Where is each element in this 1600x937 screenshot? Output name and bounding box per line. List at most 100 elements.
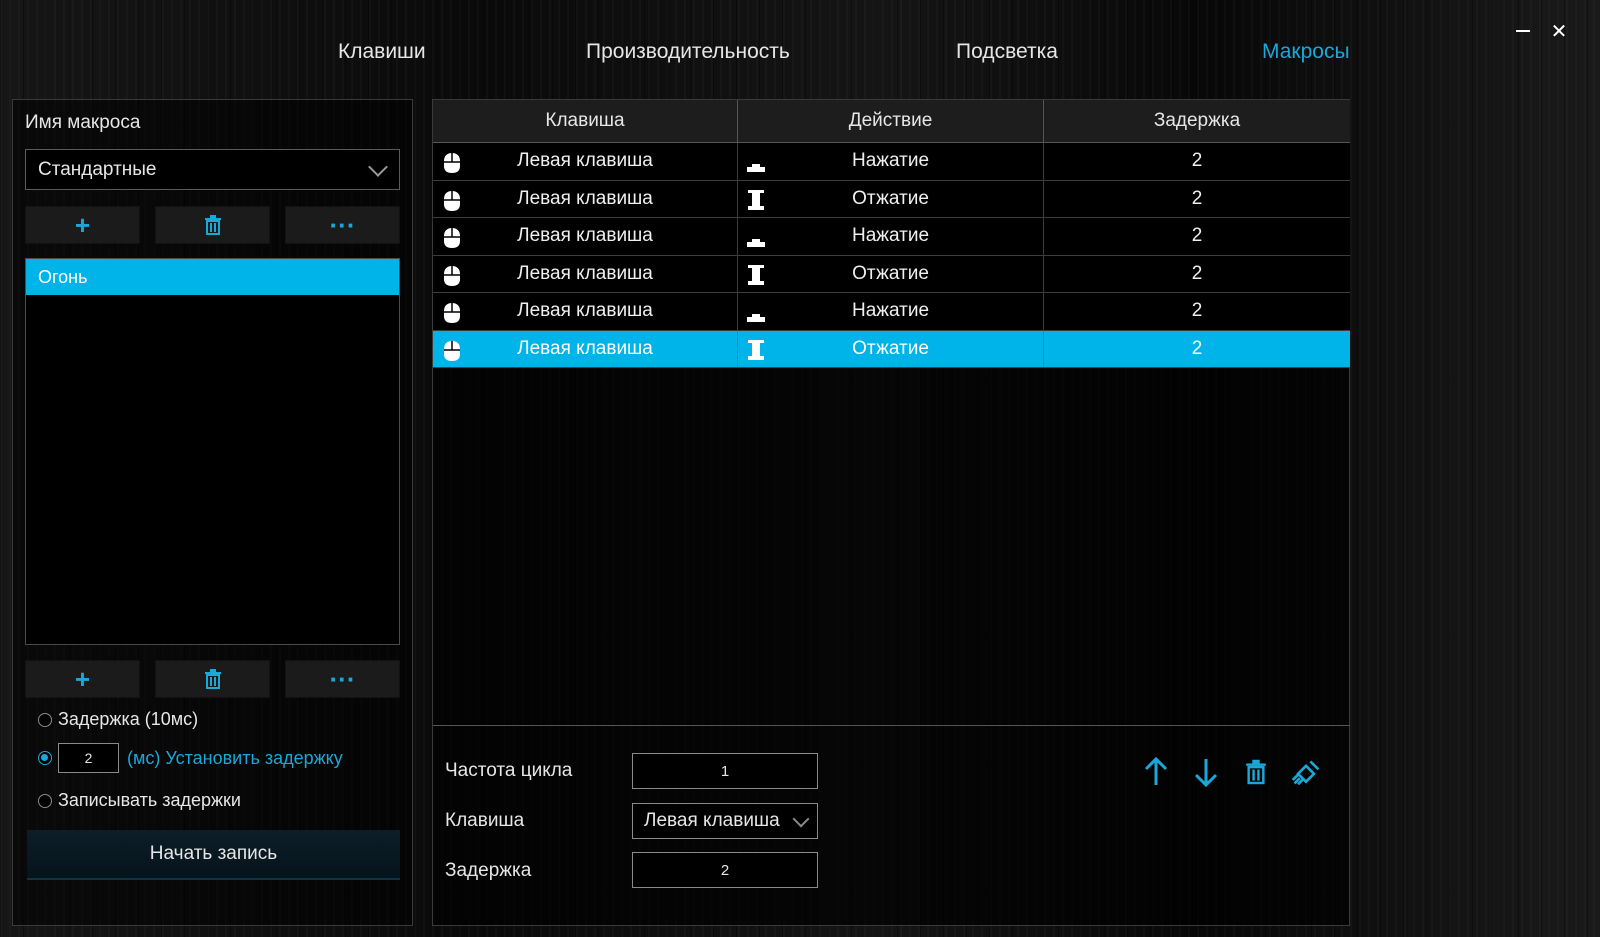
column-header-action: Действие bbox=[738, 100, 1044, 142]
list-item[interactable]: Огонь bbox=[26, 259, 399, 295]
table-header: Клавиша Действие Задержка bbox=[433, 100, 1350, 143]
trash-icon bbox=[204, 669, 221, 689]
cell-action-label: Нажатие bbox=[851, 150, 930, 172]
minimize-button[interactable] bbox=[1514, 22, 1532, 40]
cell-action: Нажатие bbox=[738, 293, 1044, 330]
column-header-delay: Задержка bbox=[1153, 110, 1241, 131]
cell-action-label: Отжатие bbox=[852, 262, 929, 284]
delete-step-button[interactable] bbox=[1241, 756, 1271, 788]
delay-fixed-radio[interactable] bbox=[38, 712, 52, 727]
more-icon: ··· bbox=[329, 663, 356, 694]
delay-fixed-label: Задержка (10мс) bbox=[58, 709, 199, 729]
tab-performance[interactable]: Производительность bbox=[586, 40, 790, 64]
macro-name-heading: Имя макроса bbox=[25, 112, 141, 133]
cell-delay: 2 bbox=[1191, 150, 1203, 172]
arrow-down-icon bbox=[1194, 759, 1218, 787]
cell-action-label: Нажатие bbox=[851, 300, 930, 322]
key-press-icon bbox=[747, 239, 765, 247]
key-select-value: Левая клавиша bbox=[644, 810, 780, 831]
add-macro-button[interactable]: + bbox=[25, 660, 140, 698]
table-row[interactable]: Левая клавиша Отжатие 2 bbox=[433, 330, 1350, 368]
arrow-up-icon bbox=[1144, 757, 1168, 785]
move-down-button[interactable] bbox=[1191, 756, 1221, 788]
window-controls: ✕ bbox=[1514, 21, 1568, 43]
cell-delay: 2 bbox=[1191, 187, 1203, 209]
move-up-button[interactable] bbox=[1141, 756, 1171, 788]
macro-editor: Клавиша Действие Задержка Левая клавиша Н… bbox=[432, 99, 1350, 926]
column-header-key: Клавиша bbox=[433, 100, 738, 142]
add-group-button[interactable]: + bbox=[25, 206, 140, 244]
cell-key: Левая клавиша bbox=[433, 218, 738, 255]
delay-custom-label: (мс) Установить задержку bbox=[127, 747, 343, 768]
table-body: Левая клавиша Нажатие 2 Левая клавиша Отжати… bbox=[433, 143, 1350, 368]
cell-key-label: Левая клавиша bbox=[517, 225, 653, 247]
delay-custom-radio[interactable] bbox=[38, 751, 52, 765]
key-select[interactable]: Левая клавиша bbox=[632, 803, 818, 839]
table-row[interactable]: Левая клавиша Отжатие 2 bbox=[433, 255, 1350, 293]
step-actions bbox=[1141, 756, 1321, 788]
cell-key-label: Левая клавиша bbox=[517, 150, 653, 172]
cycle-label: Частота цикла bbox=[445, 760, 573, 781]
cycle-input[interactable]: 1 bbox=[632, 753, 818, 789]
macro-more-button[interactable]: ··· bbox=[285, 660, 400, 698]
cell-action: Нажатие bbox=[738, 218, 1044, 255]
chevron-down-icon bbox=[792, 810, 810, 828]
trash-icon bbox=[204, 215, 221, 235]
delay-record-radio[interactable] bbox=[38, 793, 52, 808]
cell-key: Левая клавиша bbox=[433, 255, 738, 292]
cell-key: Левая клавиша bbox=[433, 180, 738, 217]
chevron-down-icon bbox=[368, 157, 388, 177]
delay-label: Задержка bbox=[445, 860, 532, 881]
macro-steps-table: Клавиша Действие Задержка Левая клавиша Н… bbox=[433, 100, 1350, 368]
mouse-icon bbox=[444, 153, 460, 173]
table-row[interactable]: Левая клавиша Нажатие 2 bbox=[433, 143, 1350, 181]
top-tabs: Клавиши Производительность Подсветка Мак… bbox=[0, 40, 1600, 74]
cell-key-label: Левая клавиша bbox=[517, 262, 653, 284]
key-release-icon bbox=[748, 264, 764, 285]
minimize-icon bbox=[1516, 30, 1530, 32]
macro-list: Огонь bbox=[25, 258, 400, 645]
mouse-icon bbox=[444, 228, 460, 248]
cell-key-label: Левая клавиша bbox=[517, 300, 653, 322]
group-toolbar: + ··· bbox=[25, 206, 400, 244]
custom-delay-input[interactable] bbox=[58, 743, 119, 773]
cell-key: Левая клавиша bbox=[433, 143, 738, 180]
macro-group-dropdown[interactable]: Стандартные bbox=[25, 149, 400, 190]
table-row[interactable]: Левая клавиша Нажатие 2 bbox=[433, 218, 1350, 256]
group-more-button[interactable]: ··· bbox=[285, 206, 400, 244]
table-row[interactable]: Левая клавиша Отжатие 2 bbox=[433, 180, 1350, 218]
cell-delay: 2 bbox=[1191, 262, 1203, 284]
clear-icon bbox=[1291, 760, 1320, 786]
mouse-icon bbox=[444, 190, 460, 211]
trash-icon bbox=[1246, 759, 1266, 785]
tab-keys[interactable]: Клавиши bbox=[338, 40, 426, 64]
cell-action: Отжатие bbox=[738, 180, 1044, 217]
tab-lighting[interactable]: Подсветка bbox=[956, 40, 1058, 64]
clear-steps-button[interactable] bbox=[1291, 756, 1321, 788]
cell-action-label: Отжатие bbox=[852, 337, 929, 359]
key-press-icon bbox=[747, 164, 765, 172]
delay-record-label: Записывать задержки bbox=[58, 790, 241, 810]
table-row[interactable]: Левая клавиша Нажатие 2 bbox=[433, 293, 1350, 331]
key-press-icon bbox=[747, 314, 765, 322]
start-recording-button[interactable]: Начать запись bbox=[27, 830, 400, 880]
tab-macros[interactable]: Макросы bbox=[1262, 40, 1350, 64]
macro-item-label: Огонь bbox=[38, 266, 88, 287]
plus-icon: + bbox=[74, 663, 91, 694]
macro-toolbar: + ··· bbox=[25, 660, 400, 698]
delay-fixed-option: Задержка (10мс) bbox=[38, 709, 198, 730]
cell-key: Левая клавиша bbox=[433, 293, 738, 330]
mouse-icon bbox=[444, 340, 460, 361]
key-release-icon bbox=[748, 339, 764, 360]
delete-group-button[interactable] bbox=[155, 206, 270, 244]
cell-action-label: Отжатие bbox=[852, 187, 929, 209]
cell-delay: 2 bbox=[1191, 300, 1203, 322]
macro-sidebar: Имя макроса Стандартные + ··· Огонь + ··… bbox=[12, 99, 413, 926]
cell-key: Левая клавиша bbox=[433, 330, 738, 367]
close-button[interactable]: ✕ bbox=[1550, 21, 1568, 43]
cell-action: Нажатие bbox=[738, 143, 1044, 180]
delete-macro-button[interactable] bbox=[155, 660, 270, 698]
mouse-icon bbox=[444, 303, 460, 323]
delay-record-option: Записывать задержки bbox=[38, 790, 241, 811]
delay-input[interactable]: 2 bbox=[632, 852, 818, 888]
